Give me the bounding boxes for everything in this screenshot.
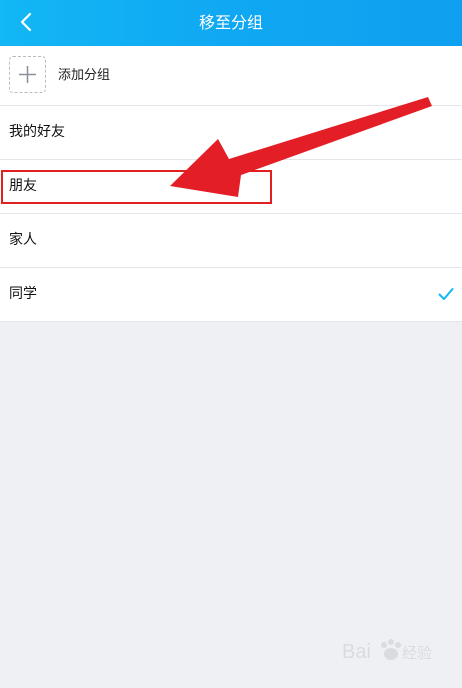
highlight-annotation-box [1,170,272,204]
move-to-group-screen: 移至分组 添加分组 我的好友 朋友 家人 同学 Bai 经验 [0,0,462,688]
add-group-label: 添加分组 [58,68,111,83]
checkmark-icon [438,288,454,300]
add-group-button[interactable] [9,56,46,93]
add-group-row[interactable]: 添加分组 [0,46,462,106]
page-title: 移至分组 [198,13,263,32]
group-item-label: 同学 [9,286,37,302]
baidu-jingyan-watermark: Bai 经验 [342,639,432,663]
group-item-label: 我的好友 [9,124,65,140]
svg-text:经验: 经验 [402,644,432,662]
group-item-my-friends[interactable]: 我的好友 [0,106,462,160]
group-item-label: 家人 [9,232,37,248]
group-item-family[interactable]: 家人 [0,214,462,268]
title-bar: 移至分组 [0,0,462,46]
svg-text:Bai: Bai [342,641,371,663]
group-item-classmates[interactable]: 同学 [0,268,462,322]
plus-icon [19,66,36,83]
